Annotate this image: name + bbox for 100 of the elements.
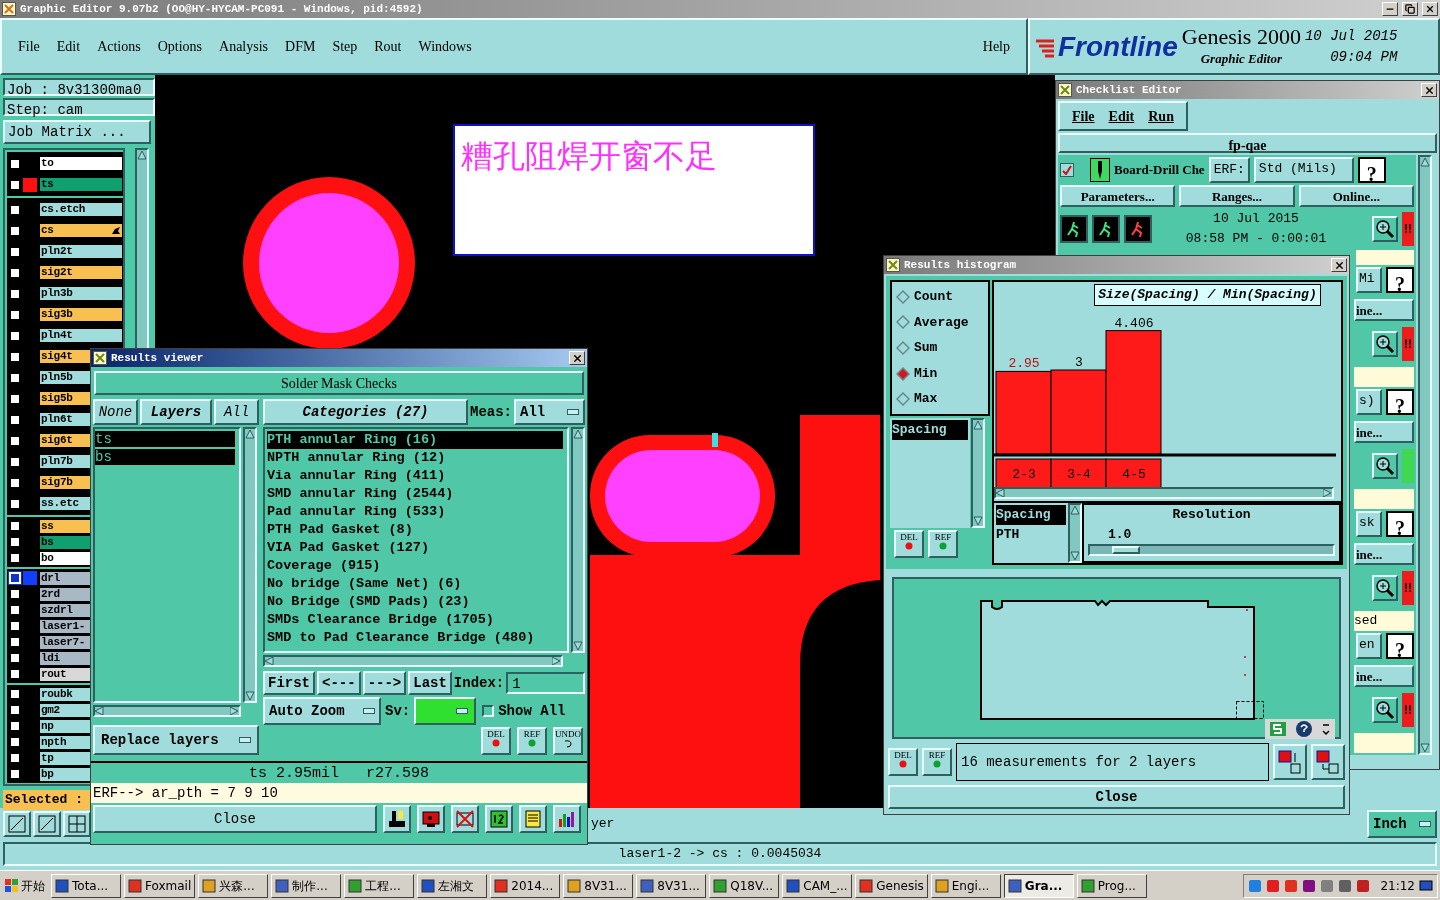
units-dropdown[interactable]: Inch bbox=[1367, 810, 1437, 838]
taskbar-item[interactable]: Gra... bbox=[1003, 873, 1074, 898]
category-item[interactable]: Pad annular Ring (533) bbox=[267, 503, 567, 521]
tool-button[interactable]: DEL bbox=[481, 727, 511, 755]
tool-button[interactable]: REF bbox=[517, 727, 547, 755]
menu-item[interactable]: Options bbox=[157, 36, 203, 57]
field-item[interactable]: PTH bbox=[996, 524, 1066, 544]
category-item[interactable]: PTH annular Ring (16) bbox=[267, 431, 563, 449]
category-item[interactable]: SMD annular Ring (2544) bbox=[267, 485, 567, 503]
erf-button[interactable]: ERF: bbox=[1208, 157, 1250, 183]
layer-name[interactable]: ts bbox=[39, 177, 123, 192]
category-item[interactable]: Coverage (915) bbox=[267, 557, 567, 575]
taskbar-item[interactable]: Foxmail bbox=[124, 873, 196, 898]
erf-field[interactable]: sk bbox=[1356, 511, 1382, 537]
taskbar-item[interactable]: Q18V... bbox=[709, 873, 780, 898]
layer-result-item[interactable]: bs bbox=[95, 449, 235, 465]
action-button[interactable]: Parameters... bbox=[1060, 185, 1176, 207]
help-button[interactable]: ? bbox=[1386, 633, 1414, 659]
mode-radio[interactable]: Count bbox=[896, 287, 988, 307]
menu-item[interactable]: Windows bbox=[418, 36, 472, 57]
cut-off-button[interactable]: ine... bbox=[1354, 543, 1414, 565]
taskbar-item[interactable]: 2014... bbox=[490, 873, 561, 898]
layer-name[interactable]: pln4t bbox=[39, 328, 123, 343]
nav-button[interactable]: ---> bbox=[362, 671, 407, 695]
category-item[interactable]: Via annular Ring (411) bbox=[267, 467, 567, 485]
meas-dropdown[interactable]: All bbox=[514, 399, 585, 425]
menu-item[interactable]: File bbox=[1072, 105, 1095, 127]
mode-radio[interactable]: Average bbox=[896, 312, 988, 333]
cut-off-button[interactable]: ine... bbox=[1354, 299, 1414, 321]
taskbar-item[interactable]: 左湘文 bbox=[417, 873, 488, 898]
taskbar-item[interactable]: 兴森... bbox=[198, 873, 269, 898]
tool-button[interactable]: DEL bbox=[894, 530, 924, 558]
mode-radio[interactable]: Max bbox=[896, 389, 988, 409]
tool-button[interactable]: REF bbox=[922, 748, 952, 776]
menu-item[interactable]: Analysis bbox=[219, 36, 269, 57]
action-button[interactable]: Ranges... bbox=[1179, 185, 1295, 207]
field-item[interactable]: Spacing bbox=[996, 505, 1066, 525]
layer-name[interactable]: cs.etch bbox=[39, 202, 123, 217]
category-item[interactable]: PTH Pad Gasket (8) bbox=[267, 521, 567, 539]
mode-radio[interactable]: Min bbox=[896, 363, 988, 384]
taskbar-item[interactable]: Tota... bbox=[51, 873, 121, 898]
mode-radio[interactable]: Sum bbox=[896, 338, 988, 358]
layer-filter-button[interactable]: Layers bbox=[139, 399, 213, 425]
layer-name[interactable]: pln2t bbox=[39, 244, 123, 259]
start-button[interactable]: 开始 bbox=[2, 873, 48, 898]
cut-off-button[interactable]: ine... bbox=[1354, 665, 1414, 687]
tool-button[interactable]: REF bbox=[928, 530, 958, 558]
layer-name[interactable]: cs bbox=[39, 223, 123, 238]
taskbar-item[interactable]: Prog... bbox=[1076, 873, 1147, 898]
category-item[interactable]: No Bridge (SMD Pads) (23) bbox=[267, 593, 567, 611]
taskbar-item[interactable]: 制作... bbox=[271, 873, 342, 898]
menu-item[interactable]: Edit bbox=[1108, 105, 1135, 127]
tool-button[interactable]: UNDO bbox=[553, 727, 583, 755]
erf-field[interactable]: s) bbox=[1356, 389, 1382, 415]
category-item[interactable]: No bridge (Same Net) (6) bbox=[267, 575, 567, 593]
menu-item[interactable]: File bbox=[18, 36, 40, 57]
index-field[interactable]: 1 bbox=[506, 672, 585, 694]
help-button[interactable]: ? bbox=[1357, 157, 1386, 183]
cut-off-button[interactable]: ine... bbox=[1354, 421, 1414, 443]
zoom-mode-dropdown[interactable]: Auto Zoom bbox=[263, 697, 381, 725]
nav-button[interactable]: <--- bbox=[317, 671, 361, 695]
nav-button[interactable]: First bbox=[263, 671, 315, 695]
layer-filter-button[interactable]: None bbox=[93, 399, 138, 425]
close-button[interactable]: Close bbox=[93, 805, 377, 833]
menu-item[interactable]: Run bbox=[1148, 105, 1174, 127]
layer-filter-button[interactable]: All bbox=[214, 399, 259, 425]
menu-item[interactable]: Actions bbox=[97, 36, 141, 57]
erf-field[interactable]: en bbox=[1356, 633, 1382, 659]
taskbar-item[interactable]: Engi... bbox=[930, 873, 1001, 898]
help-button[interactable]: ? bbox=[1386, 511, 1414, 537]
job-matrix-button[interactable]: Job Matrix ... bbox=[3, 120, 151, 144]
layer-name[interactable]: pln3b bbox=[39, 286, 123, 301]
help-button[interactable]: ? bbox=[1386, 389, 1414, 415]
attribute-item[interactable]: Spacing bbox=[892, 420, 968, 440]
menu-item[interactable]: Help bbox=[982, 36, 1010, 57]
layer-name[interactable]: to bbox=[39, 156, 123, 171]
layer-name[interactable]: sig2t bbox=[39, 265, 123, 280]
menu-item[interactable]: DFM bbox=[285, 36, 316, 57]
menu-item[interactable]: Rout bbox=[374, 36, 402, 57]
taskbar-item[interactable]: Genesis bbox=[855, 873, 928, 898]
categories-button[interactable]: Categories (27) bbox=[263, 399, 468, 425]
taskbar-item[interactable]: 8V31... bbox=[563, 873, 634, 898]
layer-name[interactable]: sig3b bbox=[39, 307, 123, 322]
layer-result-item[interactable]: ts bbox=[95, 431, 235, 447]
menu-item[interactable]: Edit bbox=[56, 36, 81, 57]
close-button[interactable]: Close bbox=[888, 785, 1345, 809]
category-item[interactable]: SMD to Pad Clearance Bridge (480) bbox=[267, 629, 567, 647]
category-item[interactable]: NPTH annular Ring (12) bbox=[267, 449, 567, 467]
help-button[interactable]: ? bbox=[1386, 267, 1414, 293]
tool-button[interactable]: DEL bbox=[888, 748, 918, 776]
erf-field[interactable]: Std (Mils) bbox=[1253, 157, 1354, 183]
replace-layers-dropdown[interactable]: Replace layers bbox=[93, 725, 259, 755]
nav-button[interactable]: Last bbox=[408, 671, 452, 695]
menu-item[interactable]: Step bbox=[332, 36, 358, 57]
taskbar-item[interactable]: 8V31... bbox=[636, 873, 707, 898]
taskbar-item[interactable]: CAM_... bbox=[782, 873, 853, 898]
category-item[interactable]: VIA Pad Gasket (127) bbox=[267, 539, 567, 557]
category-item[interactable]: SMDs Clearance Bridge (1705) bbox=[267, 611, 567, 629]
action-button[interactable]: Online... bbox=[1298, 185, 1414, 207]
taskbar-item[interactable]: 工程... bbox=[344, 873, 415, 898]
